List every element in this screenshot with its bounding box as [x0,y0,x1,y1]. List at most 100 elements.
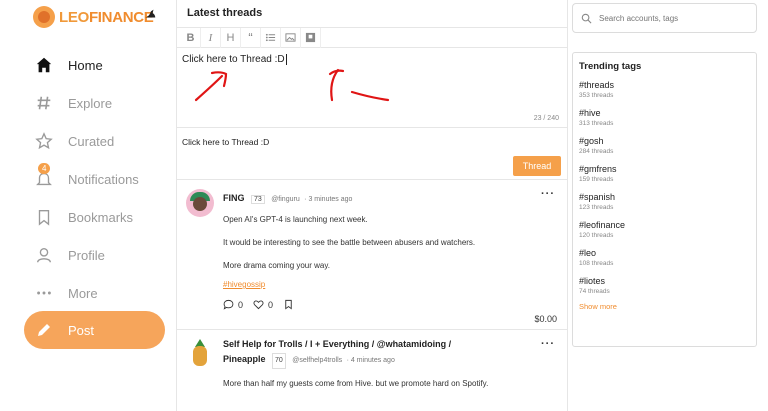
ellipsis-icon [34,283,54,303]
bookmark-icon [285,299,292,310]
trending-tag: #leofinance [579,220,626,230]
post-body-line: More drama coming your way. [223,261,330,270]
upload-icon[interactable] [301,27,321,48]
post-button[interactable]: Post [24,311,165,349]
post-handle[interactable]: @finguru [271,196,300,203]
heading-button[interactable]: H [221,27,241,48]
list-icon[interactable] [261,27,281,48]
post-payout: $0.00 [534,314,557,324]
italic-button[interactable]: I [201,27,221,48]
reputation-badge: 70 [271,353,286,369]
bold-button[interactable]: B [181,27,201,48]
avatar[interactable] [186,189,214,217]
heart-icon [253,300,264,310]
home-icon [34,55,54,75]
avatar[interactable] [186,339,214,367]
trending-tag-item[interactable]: #leofinance 120 threads [579,220,750,240]
trending-tag-count: 120 threads [579,232,614,239]
pencil-icon [38,324,50,336]
post-author[interactable]: FING [223,193,245,203]
nav-label-profile: Profile [68,247,105,263]
trending-tag: #gmfrens [579,164,617,174]
image-icon[interactable] [281,27,301,48]
right-sidebar: Trending tags #threads 353 threads #hive… [568,0,768,411]
trending-tag: #hive [579,108,601,118]
nav-item-profile[interactable]: Profile [0,236,176,274]
thread-post[interactable]: FING 73 @finguru · 3 minutes ago ··· Ope… [177,180,567,330]
trending-tag-count: 123 threads [579,204,614,211]
page-title: Latest threads [177,0,567,28]
search-icon [581,13,592,23]
editor-toolbar: B I H “ [177,27,567,48]
post-header: Pineapple 70 @selfhelp4trolls · 4 minute… [223,351,557,369]
trending-tag-count: 74 threads [579,288,610,295]
trending-tag-item[interactable]: #spanish 123 threads [579,192,750,212]
trending-tag: #liotes [579,276,606,286]
post-author-cont[interactable]: Pineapple [223,354,266,364]
post-options-icon[interactable]: ··· [541,188,555,200]
nav-item-explore[interactable]: Explore [0,84,176,122]
trending-tag-count: 353 threads [579,92,614,99]
post-header: FING 73 @finguru · 3 minutes ago [223,188,557,206]
trending-tag-count: 159 threads [579,176,614,183]
dark-mode-toggle-icon[interactable] [143,7,157,24]
trending-tag-item[interactable]: #leo 108 threads [579,248,750,268]
thread-submit-row: Thread [177,156,567,180]
hashtag-icon [34,93,54,113]
trending-title: Trending tags [579,61,642,72]
star-icon [34,131,54,151]
text-cursor [285,54,287,65]
bell-icon: 4 [34,163,54,189]
search-input[interactable] [599,13,749,23]
trending-tag-item[interactable]: #gosh 284 threads [579,136,750,156]
post-author[interactable]: Self Help for Trolls / I + Everything / … [223,338,557,351]
nav-item-home[interactable]: Home [0,46,176,84]
like-button[interactable]: 0 [253,299,273,310]
bookmark-button[interactable] [283,299,298,310]
logo-text: LEOFINANCE [59,8,154,26]
trending-tag-count: 313 threads [579,120,614,127]
post-body-line: More than half my guests come from Hive.… [223,379,489,388]
nav-item-curated[interactable]: Curated [0,122,176,160]
editor-text: Click here to Thread :D [182,54,285,65]
character-count: 23 / 240 [533,115,559,122]
trending-tag-count: 284 threads [579,148,614,155]
thread-post[interactable]: Self Help for Trolls / I + Everything / … [177,330,567,400]
post-time: 3 minutes ago [308,196,353,203]
comment-icon [223,299,234,310]
nav-label-home: Home [68,57,103,73]
main-nav: Home Explore Curated 4 Notifications Boo… [0,46,176,312]
reply-button[interactable]: 0 [223,299,243,310]
nav-item-bookmarks[interactable]: Bookmarks [0,198,176,236]
like-count: 0 [268,299,274,310]
trending-tag-count: 108 threads [579,260,614,267]
trending-tag: #leo [579,248,597,258]
show-more-link[interactable]: Show more [579,302,750,311]
trending-tag-item[interactable]: #liotes 74 threads [579,276,750,296]
thread-button[interactable]: Thread [513,156,561,176]
trending-tag-item[interactable]: #hive 313 threads [579,108,750,128]
trending-tag: #threads [579,80,615,90]
nav-label-bookmarks: Bookmarks [68,209,134,225]
trending-tag-item[interactable]: #threads 353 threads [579,80,750,100]
nav-item-more[interactable]: More [0,274,176,312]
nav-label-notifications: Notifications [68,171,139,187]
nav-label-explore: Explore [68,95,113,111]
nav-item-notifications[interactable]: 4 Notifications [0,160,176,198]
post-actions: 0 0 [223,299,557,310]
post-button-label: Post [68,322,95,338]
trending-tag: #spanish [579,192,616,202]
lion-logo-icon [33,6,55,28]
post-handle[interactable]: @selfhelp4trolls [292,357,342,364]
post-hashtag-link[interactable]: #hivegossip [223,280,557,289]
post-options-icon[interactable]: ··· [541,338,555,350]
reputation-badge: 73 [250,195,265,204]
trending-tag-item[interactable]: #gmfrens 159 threads [579,164,750,184]
quote-button[interactable]: “ [241,27,261,48]
post-body-line: Open AI's GPT-4 is launching next week. [223,215,368,224]
threads-feed: Latest threads B I H “ Click here to Thr… [176,0,568,411]
thread-editor[interactable]: Click here to Thread :D 23 / 240 [177,48,567,128]
nav-label-more: More [68,285,98,301]
nav-label-curated: Curated [68,133,115,149]
search-box[interactable] [572,3,757,33]
